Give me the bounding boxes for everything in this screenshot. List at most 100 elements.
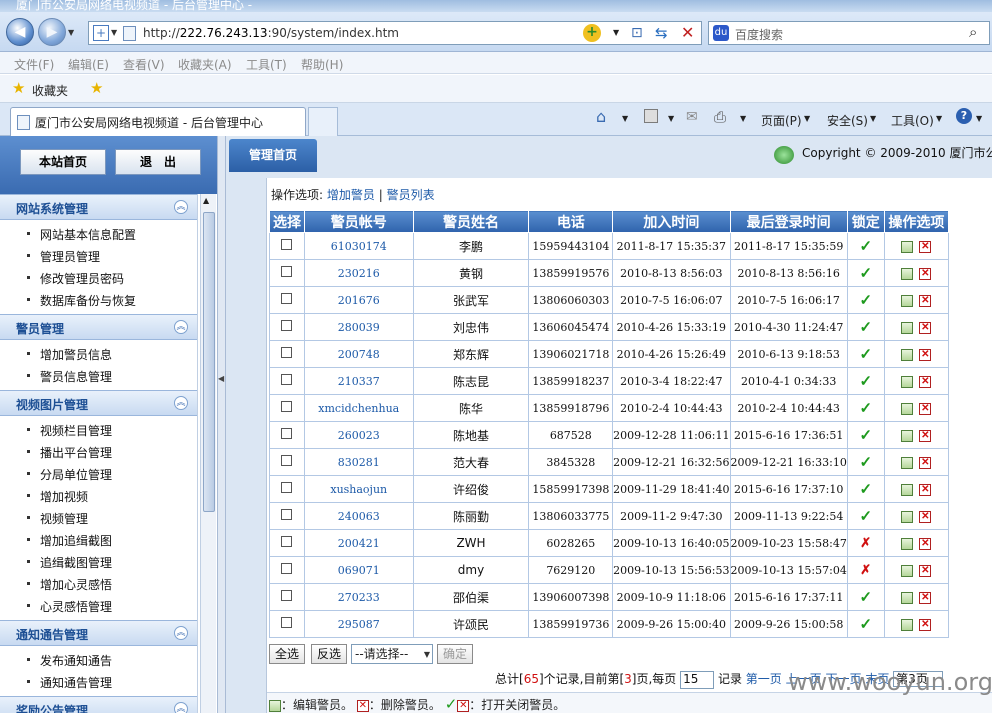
- tools-menu[interactable]: 工具(O): [891, 112, 934, 129]
- search-box[interactable]: du 百度搜索 ⌕: [708, 21, 990, 45]
- help-icon[interactable]: ?: [956, 108, 972, 124]
- cell-locked[interactable]: ✓: [846, 286, 885, 314]
- home-dropdown-icon[interactable]: ▼: [622, 114, 628, 123]
- scroll-up-arrow[interactable]: ▲: [203, 196, 209, 205]
- add-officer-link[interactable]: 增加警员: [327, 188, 375, 202]
- cell-account[interactable]: xushaojun: [303, 475, 414, 503]
- edit-icon[interactable]: [901, 483, 914, 496]
- nav-item-add-screenshot[interactable]: 增加追缉截图: [26, 532, 112, 549]
- cell-account[interactable]: 295087: [303, 610, 414, 638]
- menu-edit[interactable]: 编辑(E): [68, 56, 109, 73]
- help-dropdown-icon[interactable]: ▼: [976, 114, 982, 123]
- nav-item-branch[interactable]: 分局单位管理: [26, 466, 112, 483]
- lock-status-icon[interactable]: ✗: [860, 563, 871, 578]
- edit-icon[interactable]: [901, 456, 914, 469]
- site-home-button[interactable]: 本站首页: [20, 149, 106, 175]
- delete-icon[interactable]: ✕: [919, 240, 932, 253]
- search-icon[interactable]: ⌕: [969, 23, 977, 41]
- left-scrollbar[interactable]: ▲: [200, 194, 216, 713]
- cell-account[interactable]: 260023: [303, 421, 414, 449]
- delete-icon[interactable]: ✕: [919, 537, 932, 550]
- page-menu[interactable]: 页面(P): [761, 112, 802, 129]
- new-tab-button[interactable]: [308, 107, 338, 136]
- delete-icon[interactable]: ✕: [919, 402, 932, 415]
- edit-icon[interactable]: [901, 429, 914, 442]
- delete-icon[interactable]: ✕: [919, 429, 932, 442]
- compat-icon[interactable]: +: [583, 24, 601, 42]
- row-checkbox[interactable]: [269, 529, 305, 557]
- nav-item-notice-manage[interactable]: 通知通告管理: [26, 674, 112, 691]
- edit-icon[interactable]: [901, 348, 914, 361]
- lock-status-icon[interactable]: ✓: [859, 291, 872, 309]
- collapse-icon[interactable]: ︽: [174, 626, 188, 640]
- edit-icon[interactable]: [901, 537, 914, 550]
- cell-account[interactable]: 280039: [303, 313, 414, 341]
- nav-item-screenshot-manage[interactable]: 追缉截图管理: [26, 554, 112, 571]
- nav-item-platform[interactable]: 播出平台管理: [26, 444, 112, 461]
- cell-account[interactable]: 270233: [303, 583, 414, 611]
- delete-icon[interactable]: ✕: [919, 510, 932, 523]
- cell-locked[interactable]: ✓: [846, 610, 885, 638]
- cell-locked[interactable]: ✓: [846, 340, 885, 368]
- nav-item-video-manage[interactable]: 视频管理: [26, 510, 88, 527]
- lock-status-icon[interactable]: ✓: [859, 345, 872, 363]
- refresh-icon[interactable]: ⇆: [655, 24, 668, 42]
- edit-icon[interactable]: [901, 591, 914, 604]
- page-size-input[interactable]: 15: [680, 670, 715, 689]
- menu-tools[interactable]: 工具(T): [246, 56, 287, 73]
- delete-icon[interactable]: ✕: [919, 348, 932, 361]
- collapse-arrow-icon[interactable]: ◀: [218, 374, 224, 383]
- tools-dropdown-icon[interactable]: ▼: [936, 114, 942, 123]
- home-icon[interactable]: ⌂: [596, 107, 606, 126]
- cell-account[interactable]: 200748: [303, 340, 414, 368]
- row-checkbox[interactable]: [269, 421, 305, 449]
- delete-icon[interactable]: ✕: [919, 618, 932, 631]
- row-checkbox[interactable]: [269, 313, 305, 341]
- print-dropdown-icon[interactable]: ▼: [740, 114, 746, 123]
- row-checkbox[interactable]: [269, 475, 305, 503]
- collapse-icon[interactable]: ︽: [174, 702, 188, 713]
- nav-section-notice[interactable]: 通知通告管理 ︽: [0, 620, 197, 646]
- nav-section-award[interactable]: 奖励公告管理 ︽: [0, 696, 197, 713]
- cell-account[interactable]: 830281: [303, 448, 414, 476]
- page-dropdown-icon[interactable]: ▼: [804, 114, 810, 123]
- nav-item-add-officer[interactable]: 增加警员信息: [26, 346, 112, 363]
- lock-status-icon[interactable]: ✓: [859, 615, 872, 633]
- nav-item-publish-notice[interactable]: 发布通知通告: [26, 652, 112, 669]
- cell-locked[interactable]: ✓: [846, 502, 885, 530]
- cell-locked[interactable]: ✗: [846, 556, 885, 584]
- address-bar[interactable]: + ▼ http://222.76.243.13:90/system/index…: [88, 21, 702, 45]
- lock-status-icon[interactable]: ✓: [859, 318, 872, 336]
- officer-list-link[interactable]: 警员列表: [387, 188, 435, 202]
- edit-icon[interactable]: [901, 321, 914, 334]
- cell-locked[interactable]: ✓: [846, 313, 885, 341]
- browser-tab[interactable]: 厦门市公安局网络电视频道 - 后台管理中心: [10, 107, 306, 136]
- invert-select-button[interactable]: 反选: [311, 644, 347, 664]
- delete-icon[interactable]: ✕: [919, 456, 932, 469]
- nav-item-insight-manage[interactable]: 心灵感悟管理: [26, 598, 112, 615]
- scroll-thumb[interactable]: [203, 212, 215, 512]
- row-checkbox[interactable]: [269, 340, 305, 368]
- row-checkbox[interactable]: [269, 232, 305, 260]
- lock-status-icon[interactable]: ✓: [859, 372, 872, 390]
- menu-file[interactable]: 文件(F): [14, 56, 54, 73]
- nav-section-police[interactable]: 警员管理 ︽: [0, 314, 197, 340]
- back-button[interactable]: ◀: [6, 18, 34, 46]
- rss-dropdown-icon[interactable]: ▼: [668, 114, 674, 123]
- cell-locked[interactable]: ✓: [846, 259, 885, 287]
- edit-icon[interactable]: [901, 402, 914, 415]
- safety-dropdown-icon[interactable]: ▼: [870, 114, 876, 123]
- add-favorites-icon[interactable]: ★: [90, 79, 103, 97]
- address-dropdown-icon[interactable]: ▼: [111, 28, 117, 37]
- nav-item-site-info[interactable]: 网站基本信息配置: [26, 226, 136, 243]
- print-icon[interactable]: ⎙: [714, 108, 726, 126]
- cell-account[interactable]: 61030174: [303, 232, 414, 260]
- favorites-star-icon[interactable]: ★: [12, 79, 25, 97]
- exit-button[interactable]: 退 出: [115, 149, 201, 175]
- cell-locked[interactable]: ✓: [846, 583, 885, 611]
- edit-icon[interactable]: [901, 564, 914, 577]
- cell-locked[interactable]: ✓: [846, 421, 885, 449]
- cell-locked[interactable]: ✗: [846, 529, 885, 557]
- bulk-action-select[interactable]: --请选择--: [351, 644, 433, 664]
- first-page-link[interactable]: 第一页: [746, 672, 782, 686]
